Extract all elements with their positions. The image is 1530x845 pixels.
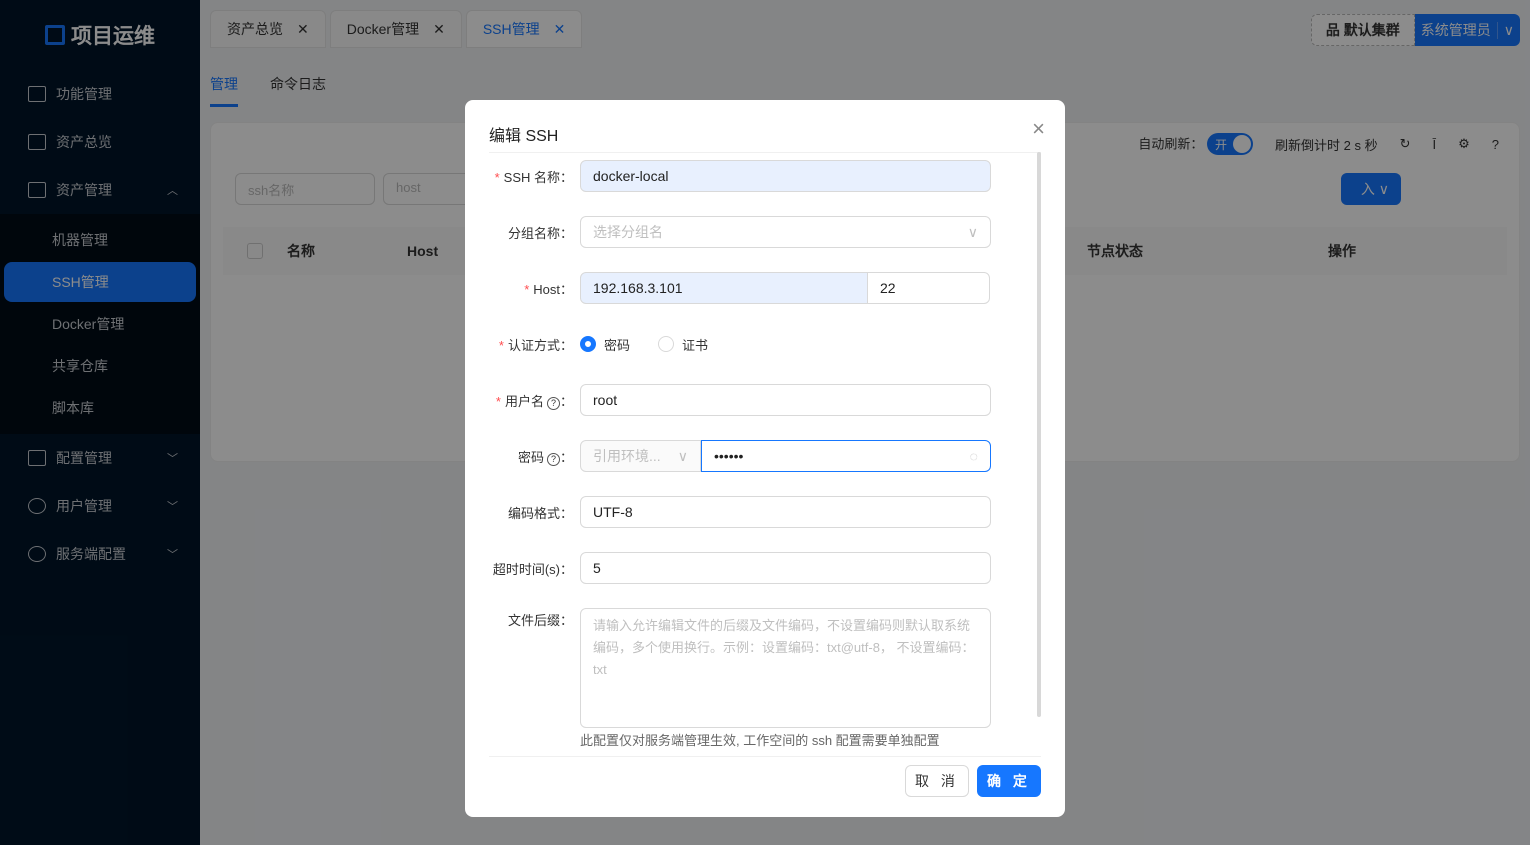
file-suffix-textarea[interactable]: 请输入允许编辑文件的后缀及文件编码，不设置编码则默认取系统编码，多个使用换行。示… [580, 608, 991, 728]
edit-ssh-modal: 编辑 SSH × * SSH 名称： docker-local 分组名称： 选择分… [465, 100, 1065, 817]
group-placeholder: 选择分组名 [593, 224, 663, 240]
modal-title: 编辑 SSH [489, 128, 559, 145]
field-label: SSH 名称： [503, 169, 573, 185]
radio-label: 密码 [604, 337, 631, 353]
password-input[interactable]: •••••• ◌ [701, 440, 991, 472]
chevron-down-icon: ∨ [677, 447, 688, 464]
username-input[interactable]: root [580, 384, 991, 416]
field-label: 文件后缀： [507, 612, 573, 628]
env-ref-select[interactable]: 引用环境... ∨ [580, 440, 701, 472]
confirm-button[interactable]: 确 定 [977, 765, 1041, 797]
field-label: 密码 [517, 449, 544, 465]
field-label: 认证方式： [507, 337, 573, 353]
divider [489, 756, 1041, 757]
field-host: * Host： 192.168.3.101 22 [465, 272, 1065, 304]
field-auth: * 认证方式： 密码 证书 [465, 328, 1065, 360]
password-value: •••••• [714, 448, 744, 464]
cancel-button[interactable]: 取 消 [905, 765, 969, 797]
ssh-name-input[interactable]: docker-local [580, 160, 991, 192]
field-password: 密码?： 引用环境... ∨ •••••• ◌ [465, 440, 1065, 472]
field-charset: 编码格式： UTF-8 [465, 496, 1065, 528]
close-icon[interactable]: × [1032, 116, 1045, 142]
field-timeout: 超时时间(s)： 5 [465, 552, 1065, 584]
charset-input[interactable]: UTF-8 [580, 496, 991, 528]
chevron-down-icon: ∨ [967, 223, 978, 240]
port-input[interactable]: 22 [867, 272, 990, 304]
field-label: 分组名称： [507, 225, 573, 241]
host-input[interactable]: 192.168.3.101 [580, 272, 868, 304]
radio-password[interactable] [580, 336, 596, 352]
config-note: 此配置仅对服务端管理生效, 工作空间的 ssh 配置需要单独配置 [580, 733, 940, 748]
group-select[interactable]: 选择分组名 ∨ [580, 216, 991, 248]
field-label: 编码格式： [507, 505, 573, 521]
timeout-input[interactable]: 5 [580, 552, 991, 584]
radio-label: 证书 [682, 337, 709, 353]
field-label: 用户名 [504, 393, 544, 409]
help-icon[interactable]: ? [546, 396, 560, 410]
field-label: 超时时间(s)： [492, 561, 573, 577]
env-placeholder: 引用环境... [593, 448, 661, 464]
divider [489, 152, 1041, 153]
field-group: 分组名称： 选择分组名 ∨ [465, 216, 1065, 248]
help-icon[interactable]: ? [546, 452, 560, 466]
field-username: * 用户名?： root [465, 384, 1065, 416]
radio-cert[interactable] [658, 336, 675, 352]
field-label: Host： [533, 281, 573, 297]
eye-invisible-icon[interactable]: ◌ [970, 448, 978, 464]
field-ssh-name: * SSH 名称： docker-local [465, 160, 1065, 192]
